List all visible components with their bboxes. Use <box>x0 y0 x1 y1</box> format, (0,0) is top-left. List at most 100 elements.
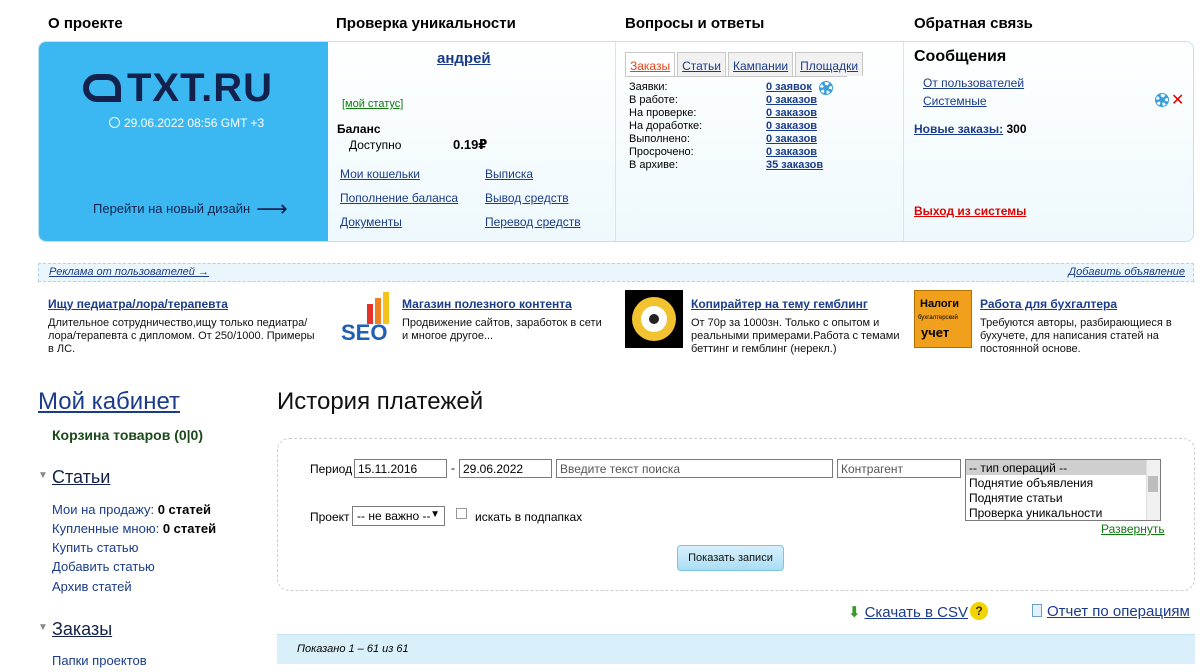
clock-icon <box>109 117 120 128</box>
contractor-input[interactable] <box>837 459 961 478</box>
messages-title: Сообщения <box>914 48 1007 65</box>
my-cabinet-link[interactable]: Мой кабинет <box>38 388 180 416</box>
settings-gear-icon[interactable] <box>820 82 832 94</box>
orders-row-value-link[interactable]: 35 заказов <box>766 159 823 171</box>
show-records-button[interactable]: Показать записи <box>677 545 784 571</box>
arrow-right-icon: ⟶ <box>256 196 288 221</box>
expand-link[interactable]: Развернуть <box>1101 522 1165 536</box>
tax-book-icon[interactable]: Налоги бухгалтерский учет <box>914 290 972 348</box>
sidebar-item-label: Купленные мною: <box>52 521 160 536</box>
logout-link[interactable]: Выход из системы <box>914 204 1026 218</box>
messages-system-link[interactable]: Системные <box>923 94 987 108</box>
orders-row-value-link[interactable]: 0 заказов <box>766 146 817 158</box>
tab-campaigns[interactable]: Кампании <box>728 52 794 76</box>
operation-type-listbox[interactable]: -- тип операций -- Поднятие объявления П… <box>965 459 1161 521</box>
ad-title[interactable]: Магазин полезного контента <box>402 297 572 311</box>
operations-report-link[interactable]: Отчет по операциям <box>1032 603 1190 620</box>
chevron-down-icon: ▼ <box>430 509 440 520</box>
orders-row-label: В работе: <box>629 94 678 106</box>
ad-title[interactable]: Копирайтер на тему гемблинг <box>691 297 868 311</box>
available-value: 0.19₽ <box>453 137 488 152</box>
header-uniqueness[interactable]: Проверка уникальности <box>336 15 516 32</box>
ads-label-link[interactable]: Реклама от пользователей → <box>49 266 209 278</box>
documents-link[interactable]: Документы <box>340 215 402 229</box>
messages-from-users-link[interactable]: От пользователей <box>923 76 1024 90</box>
orders-row-value-link[interactable]: 0 заявок <box>766 81 812 93</box>
account-panel: TXT.RU 29.06.2022 08:56 GMT +3 Перейти н… <box>38 41 1194 242</box>
download-icon: ⬇ <box>848 604 861 621</box>
orders-row-label: Заявки: <box>629 81 668 93</box>
orders-row-value-link[interactable]: 0 заказов <box>766 120 817 132</box>
soccer-ball-icon[interactable] <box>625 290 683 348</box>
listbox-option[interactable]: Проверка уникальности <box>966 505 1160 520</box>
tab-platforms[interactable]: Площадки <box>795 52 864 76</box>
scrollbar-thumb[interactable] <box>1148 476 1158 492</box>
sidebar-item-label: Архив статей <box>52 579 132 594</box>
project-folders-link[interactable]: Папки проектов <box>52 653 147 668</box>
collapse-triangle-icon[interactable]: ▼ <box>38 622 48 633</box>
orders-row-label: В архиве: <box>629 159 679 171</box>
topup-link[interactable]: Пополнение баланса <box>340 191 458 205</box>
wallets-link[interactable]: Мои кошельки <box>340 167 420 181</box>
cart[interactable]: Корзина товаров (0|0) <box>52 427 203 443</box>
orders-tabs: Заказы Статьи Кампании Площадки <box>625 52 865 76</box>
listbox-scrollbar[interactable] <box>1146 460 1160 520</box>
sidebar-item-count: 0 статей <box>162 521 217 536</box>
sidebar-item-label: Добавить статью <box>52 559 155 574</box>
my-status-link[interactable]: [мой статус] <box>342 98 403 110</box>
ad-title[interactable]: Работа для бухгалтера <box>980 297 1117 311</box>
tab-orders[interactable]: Заказы <box>625 52 676 76</box>
date-from-input[interactable] <box>354 459 447 478</box>
articles-section-title[interactable]: Статьи <box>52 467 110 488</box>
sidebar-item-articles[interactable]: Купленные мною: 0 статей <box>52 521 216 536</box>
datetime: 29.06.2022 08:56 GMT +3 <box>109 116 264 130</box>
tab-articles[interactable]: Статьи <box>677 52 726 76</box>
subfolders-label: искать в подпапках <box>475 510 583 524</box>
orders-row-value-link[interactable]: 0 заказов <box>766 94 817 106</box>
svg-text:Налоги: Налоги <box>920 298 959 310</box>
help-icon[interactable]: ? <box>970 602 988 620</box>
ad-title[interactable]: Ищу педиатра/лора/терапевта <box>48 297 228 311</box>
listbox-option[interactable]: Поднятие статьи <box>966 490 1160 505</box>
header-about[interactable]: О проекте <box>48 15 123 32</box>
logo[interactable]: TXT.RU <box>83 66 273 111</box>
header-feedback[interactable]: Обратная связь <box>914 15 1033 32</box>
header-qa[interactable]: Вопросы и ответы <box>625 15 764 32</box>
listbox-option[interactable]: Поднятие объявления <box>966 475 1160 490</box>
download-csv-link[interactable]: ⬇ Скачать в CSV <box>848 603 968 621</box>
statement-link[interactable]: Выписка <box>485 167 533 181</box>
listbox-option[interactable]: -- тип операций -- <box>966 460 1160 475</box>
project-label: Проект <box>310 510 350 524</box>
sidebar-item-articles[interactable]: Добавить статью <box>52 559 155 574</box>
add-ad-link[interactable]: Добавить объявление <box>1068 266 1185 278</box>
close-icon[interactable]: ✕ <box>1171 90 1184 110</box>
date-to-input[interactable] <box>459 459 552 478</box>
new-orders: Новые заказы: 300 <box>914 122 1027 136</box>
withdraw-link[interactable]: Вывод средств <box>485 191 569 205</box>
subfolders-checkbox[interactable] <box>456 508 467 519</box>
transfer-link[interactable]: Перевод средств <box>485 215 581 229</box>
sidebar-item-articles[interactable]: Архив статей <box>52 579 132 594</box>
settings-gear-icon[interactable] <box>1156 94 1168 106</box>
search-input[interactable] <box>556 459 833 478</box>
sidebar-item-articles[interactable]: Купить статью <box>52 540 138 555</box>
seo-icon[interactable]: SEO <box>337 290 395 348</box>
new-orders-link[interactable]: Новые заказы: <box>914 122 1003 136</box>
balance-label: Баланс <box>337 122 381 136</box>
orders-row-label: На доработке: <box>629 120 703 132</box>
project-select[interactable]: -- не важно -- ▼ <box>352 506 445 526</box>
orders-section-title[interactable]: Заказы <box>52 619 112 640</box>
orders-row-value-link[interactable]: 0 заказов <box>766 133 817 145</box>
shown-count: Показано 1 – 61 из 61 <box>297 643 409 655</box>
sidebar-item-articles[interactable]: Мои на продажу: 0 статей <box>52 502 211 517</box>
username-link[interactable]: андрей <box>437 50 491 67</box>
orders-row-label: Выполнено: <box>629 133 690 145</box>
sidebar-item-label: Купить статью <box>52 540 139 555</box>
new-design-link[interactable]: Перейти на новый дизайн ⟶ <box>93 196 288 222</box>
logo-e-icon <box>83 74 121 103</box>
svg-text:бухгалтерский: бухгалтерский <box>918 314 958 321</box>
results-bar: Показано 1 – 61 из 61 <box>277 634 1195 664</box>
orders-row-value-link[interactable]: 0 заказов <box>766 107 817 119</box>
collapse-triangle-icon[interactable]: ▼ <box>38 470 48 481</box>
ad-text: Требуются авторы, разбирающиеся в бухуче… <box>980 317 1172 355</box>
